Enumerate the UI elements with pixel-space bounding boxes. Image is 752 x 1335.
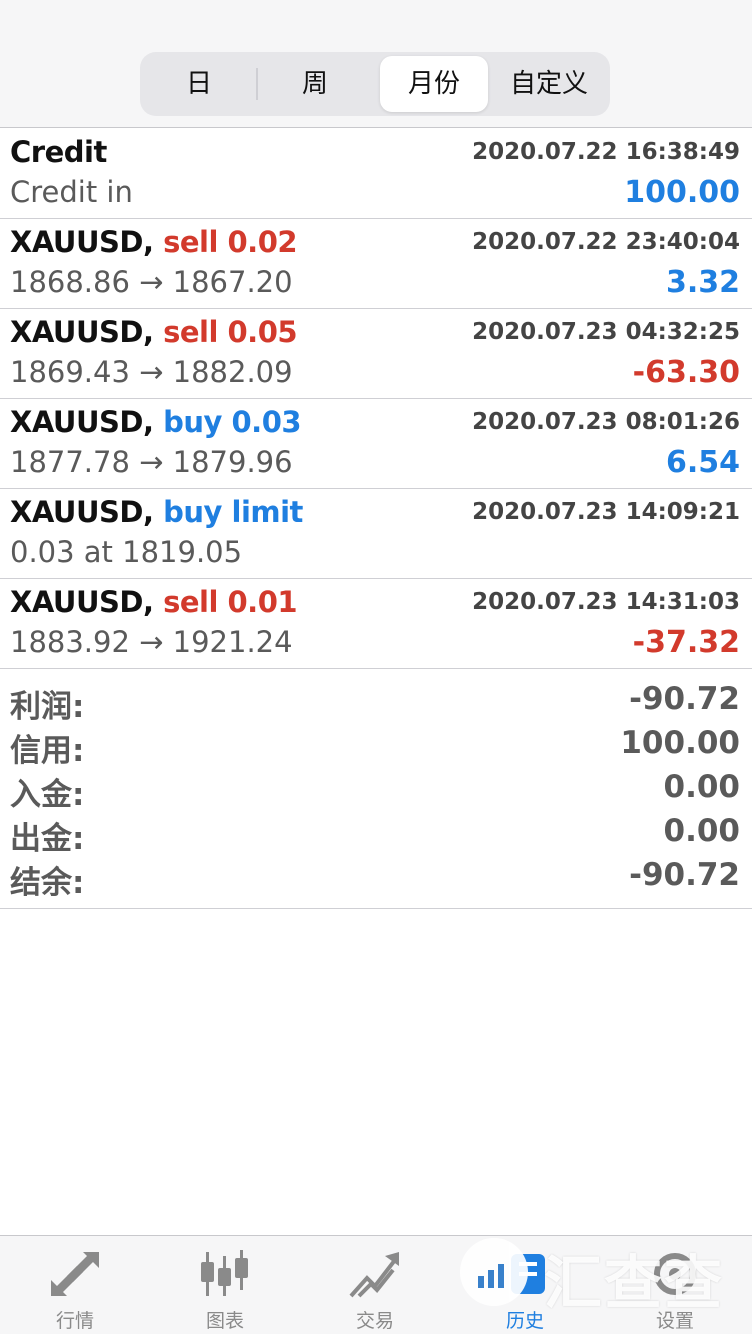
- watermark-text: 汇查查: [544, 1249, 725, 1317]
- row-symbol: XAUUSD,: [10, 405, 154, 439]
- tab-trade[interactable]: 交易: [300, 1236, 450, 1335]
- history-row[interactable]: XAUUSD, sell 0.01 2020.07.23 14:31:03 18…: [0, 579, 752, 669]
- period-segmented-control: 日 周 月份 自定义: [140, 52, 610, 116]
- history-row[interactable]: XAUUSD, buy limit 2020.07.23 14:09:21 0.…: [0, 489, 752, 579]
- row-time: 2020.07.22 16:38:49: [472, 139, 740, 165]
- summary-row-withdrawal: 出金: 0.00: [0, 813, 752, 857]
- tab-label: 交易: [355, 1310, 394, 1332]
- row-symbol: XAUUSD,: [10, 585, 154, 619]
- quotes-arrows-icon: [51, 1252, 99, 1296]
- row-detail: 1869.43 → 1882.09: [10, 355, 293, 389]
- summary-row-profit: 利润: -90.72: [0, 681, 752, 725]
- row-value: -63.30: [632, 355, 740, 390]
- tab-label: 行情: [55, 1310, 94, 1332]
- top-bar: 日 周 月份 自定义: [0, 0, 752, 128]
- summary-value: -90.72: [629, 857, 740, 893]
- summary-panel: 利润: -90.72 信用: 100.00 入金: 0.00 出金: 0.00 …: [0, 669, 752, 909]
- candlestick-chart-icon: [201, 1250, 248, 1296]
- segment-custom[interactable]: 自定义: [492, 56, 606, 112]
- row-symbol: XAUUSD,: [10, 315, 154, 349]
- history-list: Credit 2020.07.22 16:38:49 Credit in 100…: [0, 129, 752, 669]
- tab-quotes[interactable]: 行情: [0, 1236, 150, 1335]
- summary-label: 入金:: [10, 777, 85, 813]
- segment-day[interactable]: 日: [144, 56, 254, 112]
- row-symbol: Credit: [10, 135, 107, 169]
- segment-divider: [256, 68, 258, 100]
- summary-row-credit: 信用: 100.00: [0, 725, 752, 769]
- row-detail: 1868.86 → 1867.20: [10, 265, 293, 299]
- trade-trend-icon: [349, 1252, 399, 1298]
- row-detail: 1883.92 → 1921.24: [10, 625, 293, 659]
- segment-week[interactable]: 周: [260, 56, 370, 112]
- history-row[interactable]: Credit 2020.07.22 16:38:49 Credit in 100…: [0, 129, 752, 219]
- summary-row-balance: 结余: -90.72: [0, 857, 752, 901]
- row-detail: Credit in: [10, 175, 133, 209]
- row-action: sell 0.02: [163, 225, 298, 259]
- summary-value: 0.00: [663, 769, 741, 805]
- row-action: buy limit: [163, 495, 303, 529]
- row-action: sell 0.01: [163, 585, 298, 619]
- history-row[interactable]: XAUUSD, sell 0.05 2020.07.23 04:32:25 18…: [0, 309, 752, 399]
- watermark-chart-icon: [478, 1264, 504, 1288]
- row-value: 3.32: [665, 265, 740, 300]
- row-title: XAUUSD, sell 0.05: [10, 315, 298, 349]
- row-action: sell 0.05: [163, 315, 298, 349]
- summary-label: 结余:: [10, 865, 85, 901]
- watermark-circle: [460, 1238, 528, 1306]
- row-action: buy 0.03: [163, 405, 302, 439]
- row-time: 2020.07.23 08:01:26: [472, 409, 740, 435]
- summary-value: -90.72: [629, 681, 740, 717]
- summary-label: 出金:: [10, 821, 85, 857]
- row-symbol: XAUUSD,: [10, 225, 154, 259]
- summary-row-deposit: 入金: 0.00: [0, 769, 752, 813]
- summary-label: 利润:: [10, 689, 85, 725]
- summary-value: 100.00: [620, 725, 740, 761]
- row-time: 2020.07.23 14:31:03: [472, 589, 740, 615]
- tab-charts[interactable]: 图表: [150, 1236, 300, 1335]
- row-value: 100.00: [624, 175, 740, 210]
- row-detail: 0.03 at 1819.05: [10, 535, 243, 569]
- segment-month[interactable]: 月份: [380, 56, 488, 112]
- row-title: XAUUSD, sell 0.01: [10, 585, 298, 619]
- row-symbol: XAUUSD,: [10, 495, 154, 529]
- tab-label: 图表: [205, 1310, 244, 1332]
- row-detail: 1877.78 → 1879.96: [10, 445, 293, 479]
- history-row[interactable]: XAUUSD, buy 0.03 2020.07.23 08:01:26 187…: [0, 399, 752, 489]
- row-title: XAUUSD, buy 0.03: [10, 405, 302, 439]
- watermark-logo: 汇查查: [458, 1236, 750, 1317]
- row-title: XAUUSD, buy limit: [10, 495, 303, 529]
- summary-value: 0.00: [663, 813, 741, 849]
- row-time: 2020.07.22 23:40:04: [472, 229, 740, 255]
- summary-label: 信用:: [10, 733, 85, 769]
- row-time: 2020.07.23 14:09:21: [472, 499, 740, 525]
- row-value: -37.32: [632, 625, 740, 660]
- row-title: XAUUSD, sell 0.02: [10, 225, 298, 259]
- history-row[interactable]: XAUUSD, sell 0.02 2020.07.22 23:40:04 18…: [0, 219, 752, 309]
- row-title: Credit: [10, 135, 107, 169]
- row-value: 6.54: [665, 445, 740, 480]
- row-time: 2020.07.23 04:32:25: [472, 319, 740, 345]
